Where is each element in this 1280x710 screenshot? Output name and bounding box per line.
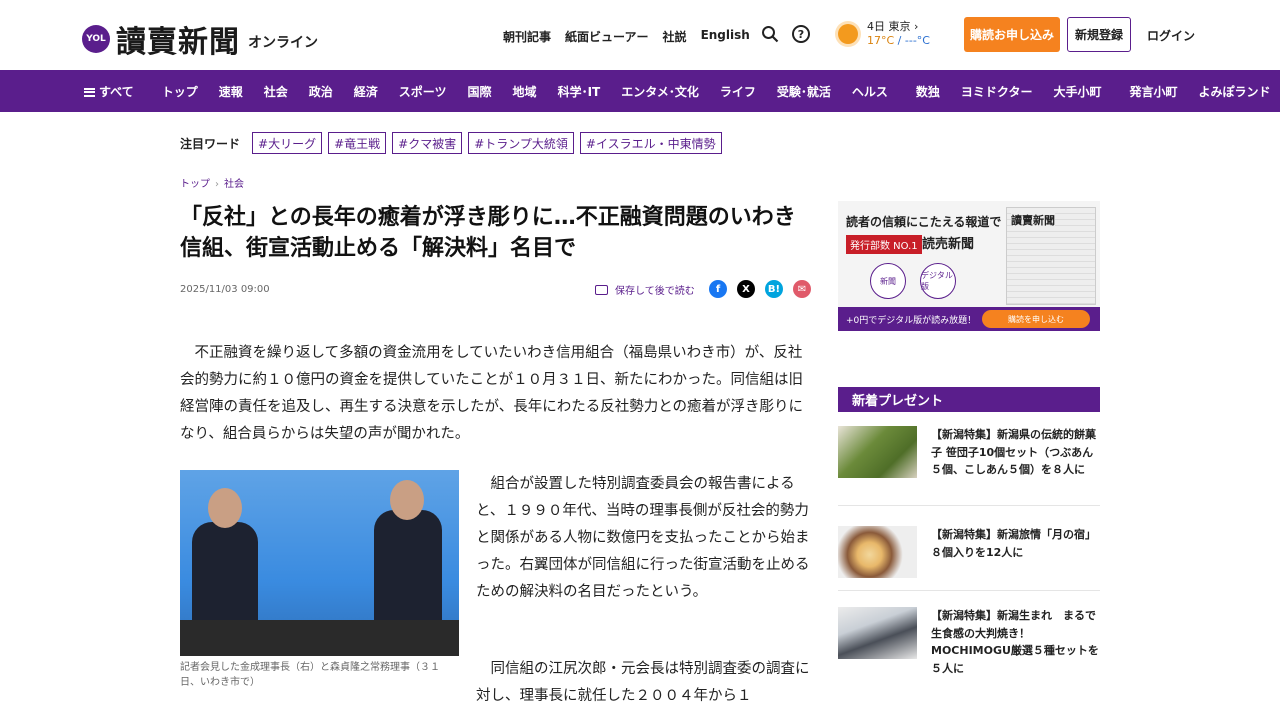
header-link-morning[interactable]: 朝刊記事 <box>503 28 551 45</box>
search-icon[interactable] <box>761 25 779 43</box>
breadcrumb-separator: › <box>215 179 219 190</box>
header-links: 朝刊記事 紙面ビューアー 社説 English <box>503 28 750 45</box>
breadcrumb-top[interactable]: トップ <box>180 179 210 190</box>
photo-caption: 記者会見した金成理事長（右）と森貞隆之常務理事（３１日、いわき市で） <box>180 662 440 688</box>
facebook-icon[interactable]: f <box>709 280 727 298</box>
nav-science[interactable]: 科学･IT <box>558 83 601 100</box>
subscription-ad[interactable]: 読者の信頼にこたえる報道で 発行部数 NO.1 読売新聞 新聞 デジタル版 讀賣… <box>838 201 1100 331</box>
ad-brand: 読売新聞 <box>922 237 975 252</box>
yol-badge: YOL <box>82 25 110 53</box>
subscribe-button[interactable]: 購読お申し込み <box>964 17 1060 52</box>
tag-bear[interactable]: #クマ被害 <box>392 132 463 154</box>
hot-words: 注目ワード #大リーグ #竜王戦 #クマ被害 #トランプ大統領 #イスラエル・中… <box>180 132 728 154</box>
nav-sudoku[interactable]: 数独 <box>916 83 940 100</box>
sun-icon <box>838 24 858 44</box>
nav-top[interactable]: トップ <box>162 83 198 100</box>
nav-life[interactable]: ライフ <box>720 83 756 100</box>
site-logo[interactable]: YOL 讀賣新聞 オンライン <box>82 17 318 61</box>
weather-temp-high: 17°C <box>867 34 895 47</box>
weather-widget[interactable]: 4日 東京 › 17°C / ---°C <box>838 20 930 48</box>
article-paragraph: 組合が設置した特別調査委員会の報告書によると、１９９０年代、当時の理事長側が反社… <box>476 476 810 600</box>
press-table <box>180 620 459 656</box>
person-right-head <box>390 480 424 520</box>
person-left <box>192 522 258 632</box>
ad-bottom-bar: +0円でデジタル版が読み放題！ 購読を申し込む <box>838 307 1100 331</box>
tag-ryuo[interactable]: #竜王戦 <box>328 132 387 154</box>
weather-location: 4日 東京 › <box>867 20 919 33</box>
nav-exam[interactable]: 受験･就活 <box>777 83 831 100</box>
weather-temp-low: / ---°C <box>894 34 930 47</box>
person-left-head <box>208 488 242 528</box>
ad-circle-digital: デジタル版 <box>920 263 956 299</box>
site-header: YOL 讀賣新聞 オンライン 朝刊記事 紙面ビューアー 社説 English ?… <box>0 0 1280 70</box>
save-later-button[interactable]: 保存して後で読む <box>595 282 695 297</box>
nav-otekomachi[interactable]: 大手小町 <box>1053 83 1101 100</box>
ad-bottom-text: +0円でデジタル版が読み放題！ <box>846 315 977 326</box>
present-image <box>838 526 917 578</box>
logo-name: 讀賣新聞 <box>116 25 240 60</box>
nav-sports[interactable]: スポーツ <box>399 83 447 100</box>
folder-icon <box>595 284 608 295</box>
nav-health[interactable]: ヘルス <box>852 83 888 100</box>
mail-icon[interactable]: ✉ <box>793 280 811 298</box>
breadcrumb: トップ › 社会 <box>180 175 244 190</box>
register-button[interactable]: 新規登録 <box>1067 17 1131 52</box>
present-image <box>838 607 917 659</box>
article-paragraph: 不正融資を繰り返して多額の資金流用をしていたいわき信用組合（福島県いわき市）が、… <box>180 345 804 442</box>
person-right <box>374 510 442 630</box>
tag-mideast[interactable]: #イスラエル・中東情勢 <box>579 132 722 154</box>
header-link-english[interactable]: English <box>701 28 750 45</box>
newspaper-image: 讀賣新聞 <box>1006 207 1096 305</box>
x-icon[interactable]: X <box>737 280 755 298</box>
nav-local[interactable]: 地域 <box>513 83 537 100</box>
nav-society[interactable]: 社会 <box>264 83 288 100</box>
nav-economy[interactable]: 経済 <box>354 83 378 100</box>
present-title: 【新潟特集】新潟生まれ まるで生食感の大判焼き！MOCHIMOGU厳選５種セット… <box>931 609 1099 675</box>
divider <box>838 505 1100 506</box>
present-title: 【新潟特集】新潟旅情「月の宿」８個入りを12人に <box>931 528 1096 559</box>
ad-circle-paper: 新聞 <box>870 263 906 299</box>
presents-heading[interactable]: 新着プレゼント <box>838 387 1100 412</box>
menu-icon <box>84 87 95 97</box>
login-link[interactable]: ログイン <box>1147 27 1195 44</box>
header-link-viewer[interactable]: 紙面ビューアー <box>565 28 649 45</box>
present-title: 【新潟特集】新潟県の伝統的餅菓子 笹団子10個セット（つぶあん５個、こしあん５個… <box>931 428 1096 476</box>
ad-headline: 読者の信頼にこたえる報道で <box>846 215 1002 229</box>
ad-paper-title: 讀賣新聞 <box>1011 212 1055 228</box>
nav-yomipo[interactable]: よみぽランド <box>1198 83 1270 100</box>
article-photo[interactable] <box>180 470 459 656</box>
hatena-icon[interactable]: B! <box>765 280 783 298</box>
tag-mlb[interactable]: #大リーグ <box>252 132 323 154</box>
logo-sub: オンライン <box>248 35 318 51</box>
tag-trump[interactable]: #トランプ大統領 <box>468 132 574 154</box>
nav-yomidr[interactable]: ヨミドクター <box>961 83 1033 100</box>
present-image <box>838 426 917 478</box>
nav-hatsugen[interactable]: 発言小町 <box>1129 83 1177 100</box>
nav-all[interactable]: すべて <box>84 83 134 100</box>
divider <box>838 590 1100 591</box>
help-icon[interactable]: ? <box>792 25 810 43</box>
article-paragraph: 同信組の江尻次郎・元会長は特別調査委の調査に対し、理事長に就任した２００４年から… <box>476 661 810 704</box>
nav-politics[interactable]: 政治 <box>309 83 333 100</box>
article-date: 2025/11/03 09:00 <box>180 284 270 295</box>
main-nav: すべて トップ 速報 社会 政治 経済 スポーツ 国際 地域 科学･IT エンタ… <box>0 70 1280 112</box>
nav-entertainment[interactable]: エンタメ･文化 <box>621 83 699 100</box>
breadcrumb-section[interactable]: 社会 <box>224 179 244 190</box>
header-link-editorial[interactable]: 社説 <box>663 28 687 45</box>
hot-words-label: 注目ワード <box>180 136 241 151</box>
article-title: 「反社」との長年の癒着が浮き彫りに…不正融資問題のいわき信組、街宣活動止める「解… <box>180 205 796 261</box>
save-later-label: 保存して後で読む <box>615 286 695 297</box>
ad-no1-badge: 発行部数 NO.1 <box>846 235 922 254</box>
nav-news[interactable]: 速報 <box>219 83 243 100</box>
nav-international[interactable]: 国際 <box>468 83 492 100</box>
ad-subscribe-button[interactable]: 購読を申し込む <box>982 310 1090 328</box>
